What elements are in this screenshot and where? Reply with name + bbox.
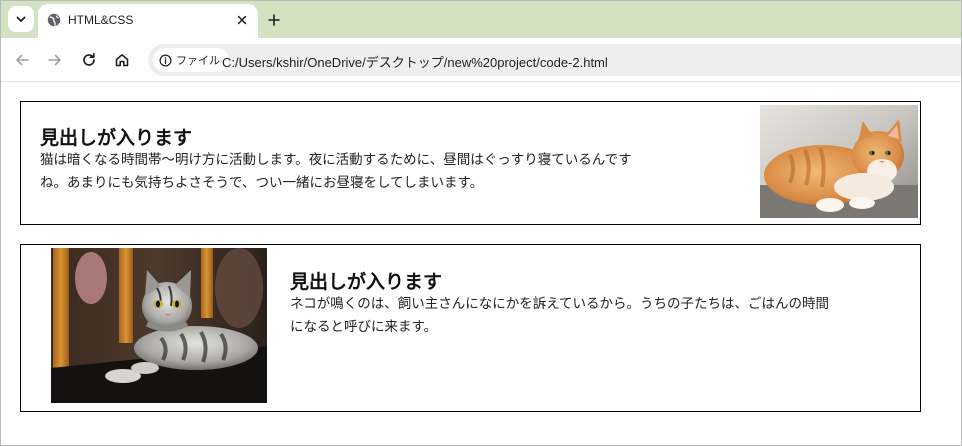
plus-icon xyxy=(268,14,280,26)
arrow-left-icon xyxy=(16,54,29,66)
site-info-chip[interactable]: ファイル xyxy=(153,48,229,72)
site-info-label: ファイル xyxy=(176,54,220,67)
card-text: 猫は暗くなる時間帯〜明け方に活動します。夜に活動するために、昼間はぐっすり寝てい… xyxy=(40,149,705,195)
card-heading: 見出しが入ります xyxy=(290,271,443,293)
address-bar[interactable]: ファイル C:/Users/kshir/OneDrive/デスクトップ/new%… xyxy=(148,44,962,76)
tab-strip: HTML&CSS xyxy=(0,0,962,38)
chevron-down-icon xyxy=(16,16,26,22)
orange-cat-photo xyxy=(760,105,918,218)
info-icon xyxy=(159,54,172,66)
tab-close-button[interactable] xyxy=(234,12,250,28)
content-card: 見出しが入ります 猫は暗くなる時間帯〜明け方に活動します。夜に活動するために、昼… xyxy=(20,101,921,225)
card-text-line: 猫は暗くなる時間帯〜明け方に活動します。夜に活動するために、昼間はぐっすり寝てい… xyxy=(40,152,632,168)
close-icon xyxy=(237,15,247,25)
card-text: ネコが鳴くのは、飼い主さんになにかを訴えているから。うちの子たちは、ごはんの時間… xyxy=(290,293,900,339)
new-tab-button[interactable] xyxy=(264,10,284,30)
tab-title: HTML&CSS xyxy=(68,13,134,27)
page-viewport: 見出しが入ります 猫は暗くなる時間帯〜明け方に活動します。夜に活動するために、昼… xyxy=(0,83,962,446)
card-text-line: になると呼びに来ます。 xyxy=(290,319,438,335)
forward-button[interactable] xyxy=(45,50,65,70)
back-button[interactable] xyxy=(12,50,32,70)
card-heading: 見出しが入ります xyxy=(40,127,193,149)
arrow-right-icon xyxy=(48,54,61,66)
home-button[interactable] xyxy=(112,50,132,70)
content-card: 見出しが入ります ネコが鳴くのは、飼い主さんになにかを訴えているから。うちの子た… xyxy=(20,244,921,412)
reload-button[interactable] xyxy=(79,50,99,70)
tab-search-button[interactable] xyxy=(8,6,34,32)
tabby-cat-photo xyxy=(51,248,267,403)
card-text-line: ネコが鳴くのは、飼い主さんになにかを訴えているから。うちの子たちは、ごはんの時間 xyxy=(290,296,830,312)
globe-icon xyxy=(47,13,61,27)
browser-toolbar: ファイル C:/Users/kshir/OneDrive/デスクトップ/new%… xyxy=(0,38,962,82)
reload-icon xyxy=(83,52,95,66)
home-icon xyxy=(115,54,129,67)
card-text-line: ね。あまりにも気持ちよさそうで、つい一緒にお昼寝をしてしまいます。 xyxy=(40,175,484,191)
url-text[interactable]: C:/Users/kshir/OneDrive/デスクトップ/new%20pro… xyxy=(222,52,608,71)
tab-active[interactable]: HTML&CSS xyxy=(38,4,258,38)
